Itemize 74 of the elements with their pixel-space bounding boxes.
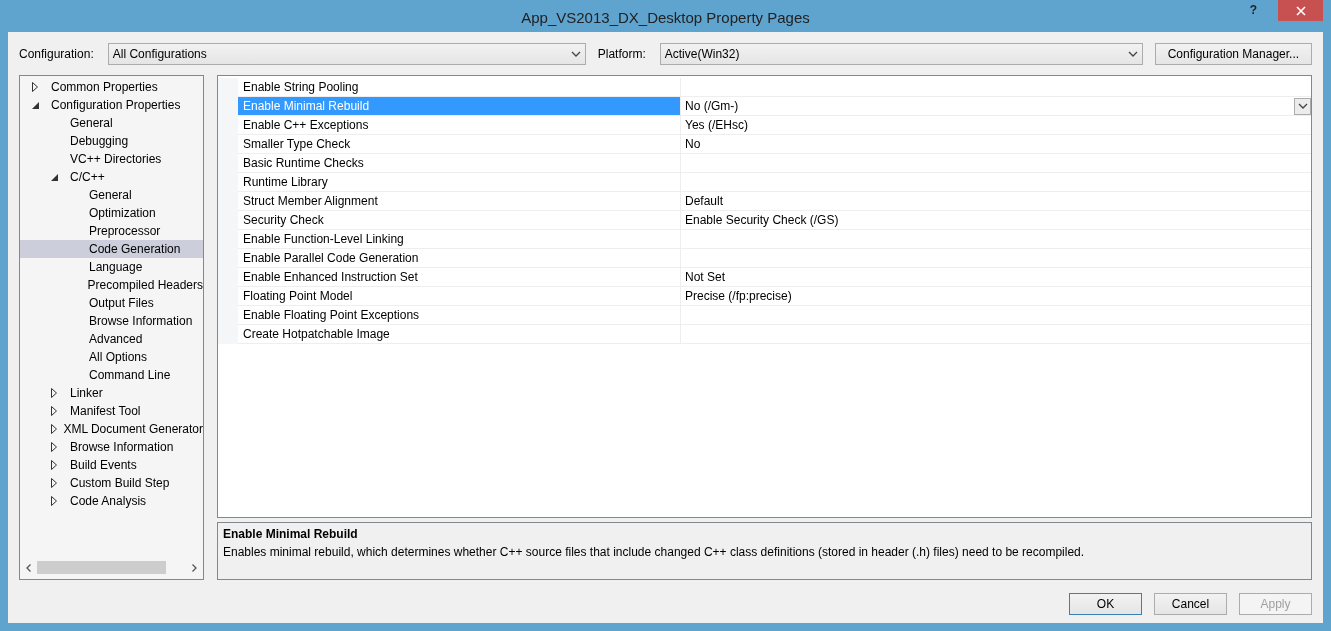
tree-item[interactable]: Linker [20,384,203,402]
property-name[interactable]: Enable Enhanced Instruction Set [238,268,681,287]
dialog-button[interactable]: Cancel [1154,593,1227,615]
configuration-label: Configuration: [19,47,94,61]
collapsed-arrow-icon[interactable] [51,424,57,434]
tree-item[interactable]: Build Events [20,456,203,474]
description-title: Enable Minimal Rebuild [223,527,359,541]
property-name[interactable]: Runtime Library [238,173,681,192]
tree-item[interactable]: Debugging [20,132,203,150]
tree-item[interactable]: General [20,186,203,204]
property-value: Yes (/EHsc) [685,118,748,132]
tree-item[interactable]: Configuration Properties [20,96,203,114]
property-name[interactable]: Enable C++ Exceptions [238,116,681,135]
property-name[interactable]: Enable Function-Level Linking [238,230,681,249]
property-name[interactable]: Struct Member Alignment [238,192,681,211]
chevron-down-icon [1297,103,1308,109]
property-value: No [685,137,701,151]
scroll-left-icon[interactable] [26,563,31,572]
property-value: Precise (/fp:precise) [685,289,792,303]
platform-dropdown[interactable]: Active(Win32) [659,43,1143,65]
expanded-arrow-icon[interactable] [32,101,39,109]
scroll-right-icon[interactable] [192,563,197,572]
collapsed-arrow-icon[interactable] [51,442,57,452]
tree-item[interactable]: Optimization [20,204,203,222]
tree-item[interactable]: Common Properties [20,78,203,96]
close-icon [1295,5,1306,16]
tree-item[interactable]: All Options [20,348,203,366]
collapsed-arrow-icon[interactable] [51,460,57,470]
tree-item[interactable]: Code Analysis [20,492,203,510]
property-name[interactable]: Security Check [238,211,681,230]
window-title: App_VS2013_DX_Desktop Property Pages [521,7,810,26]
property-value: Not Set [685,270,726,284]
configuration-manager-button[interactable]: Configuration Manager... [1154,43,1312,65]
property-value: Enable Security Check (/GS) [685,213,839,227]
expanded-arrow-icon[interactable] [51,173,58,181]
tree-item[interactable]: General [20,114,203,132]
property-name[interactable]: Create Hotpatchable Image [238,325,681,344]
tree-item[interactable]: Custom Build Step [20,474,203,492]
tree-item[interactable]: XML Document Generator [20,420,203,438]
help-button[interactable]: ? [1243,2,1263,18]
collapsed-arrow-icon[interactable] [51,406,57,416]
property-value: Default [685,194,724,208]
tree-item[interactable]: Browse Information [20,438,203,456]
property-name[interactable]: Enable String Pooling [238,78,681,97]
tree-item[interactable]: VC++ Directories [20,150,203,168]
property-name[interactable]: Smaller Type Check [238,135,681,154]
description-text: Enables minimal rebuild, which determines whether C++ source files that include changed C++ class definitions (stored in header (.h) files) need to be recompiled. [223,545,1086,559]
property-value: No (/Gm-) [685,99,739,113]
property-name[interactable]: Enable Floating Point Exceptions [238,306,681,325]
tree-item[interactable]: Preprocessor [20,222,203,240]
collapsed-arrow-icon[interactable] [51,388,57,398]
property-name[interactable]: Floating Point Model [238,287,681,306]
chevron-down-icon [1127,51,1138,57]
tree-item[interactable]: Code Generation [20,240,203,258]
tree-item[interactable]: Manifest Tool [20,402,203,420]
tree-item[interactable]: C/C++ [20,168,203,186]
close-button[interactable] [1278,0,1323,21]
dialog-button[interactable]: OK [1069,593,1142,615]
collapsed-arrow-icon[interactable] [51,496,57,506]
scrollbar-thumb[interactable] [37,561,166,574]
property-name[interactable]: Enable Parallel Code Generation [238,249,681,268]
property-name[interactable]: Basic Runtime Checks [238,154,681,173]
tree-item[interactable]: Browse Information [20,312,203,330]
tree-item[interactable]: Output Files [20,294,203,312]
platform-label: Platform: [597,47,646,61]
collapsed-arrow-icon[interactable] [32,82,38,92]
dropdown-button[interactable] [1294,97,1311,115]
tree-item[interactable]: Language [20,258,203,276]
chevron-down-icon [570,51,581,57]
configuration-dropdown[interactable]: All Configurations [107,43,586,65]
collapsed-arrow-icon[interactable] [51,478,57,488]
tree-item[interactable]: Advanced [20,330,203,348]
tree-item[interactable]: Command Line [20,366,203,384]
tree-item[interactable]: Precompiled Headers [20,276,203,294]
